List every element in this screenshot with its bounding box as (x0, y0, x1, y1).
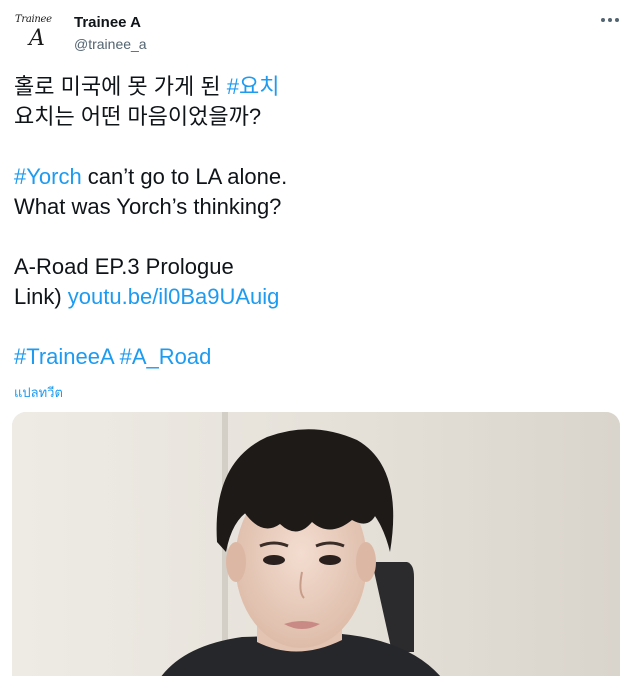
more-options-button[interactable] (598, 10, 622, 30)
author-handle[interactable]: @trainee_a (74, 34, 147, 54)
translate-tweet-link[interactable]: แปลทวีต (14, 382, 63, 403)
tweet-text-segment: can’t go to LA alone. (81, 164, 288, 189)
tweet-line-english-1: #Yorch can’t go to LA alone. (14, 162, 614, 192)
avatar-logo-text: Trainee (15, 14, 52, 25)
hashtag-link-traineea[interactable]: #TraineeA (14, 344, 113, 369)
tweet-header: Trainee A Trainee A @trainee_a (12, 10, 147, 58)
person-photo-image (12, 412, 620, 676)
avatar[interactable]: Trainee A (12, 10, 60, 56)
author-names: Trainee A @trainee_a (74, 14, 147, 54)
youtube-link[interactable]: youtu.be/il0Ba9UAuig (68, 284, 280, 309)
tweet-card: Trainee A Trainee A @trainee_a 홀로 미국에 못 … (0, 0, 640, 676)
hashtag-link-yorch[interactable]: #Yorch (14, 164, 82, 189)
tweet-media-photo[interactable] (12, 412, 620, 676)
link-label: Link) (14, 284, 68, 309)
hashtag-link-a-road[interactable]: #A_Road (120, 344, 212, 369)
more-horizontal-icon (601, 18, 619, 22)
author-display-name[interactable]: Trainee A (74, 14, 147, 32)
tweet-line-korean-2: 요치는 어떤 마음이었을까? (14, 104, 262, 129)
tweet-line-promo-1: A-Road EP.3 Prologue (14, 254, 234, 279)
tweet-line-hashtags: #TraineeA #A_Road (14, 342, 614, 372)
tweet-line-promo-2: Link) youtu.be/il0Ba9UAuig (14, 282, 614, 312)
tweet-text: 홀로 미국에 못 가게 된 #요치 요치는 어떤 마음이었을까? #Yorch … (14, 72, 614, 372)
hashtag-link-yochi[interactable]: #요치 (227, 74, 280, 99)
tweet-line-english-2: What was Yorch’s thinking? (14, 194, 282, 219)
avatar-logo-letter: A (29, 26, 45, 51)
tweet-text-segment: 홀로 미국에 못 가게 된 (14, 74, 227, 99)
tweet-line-korean-1: 홀로 미국에 못 가게 된 #요치 (14, 72, 614, 102)
